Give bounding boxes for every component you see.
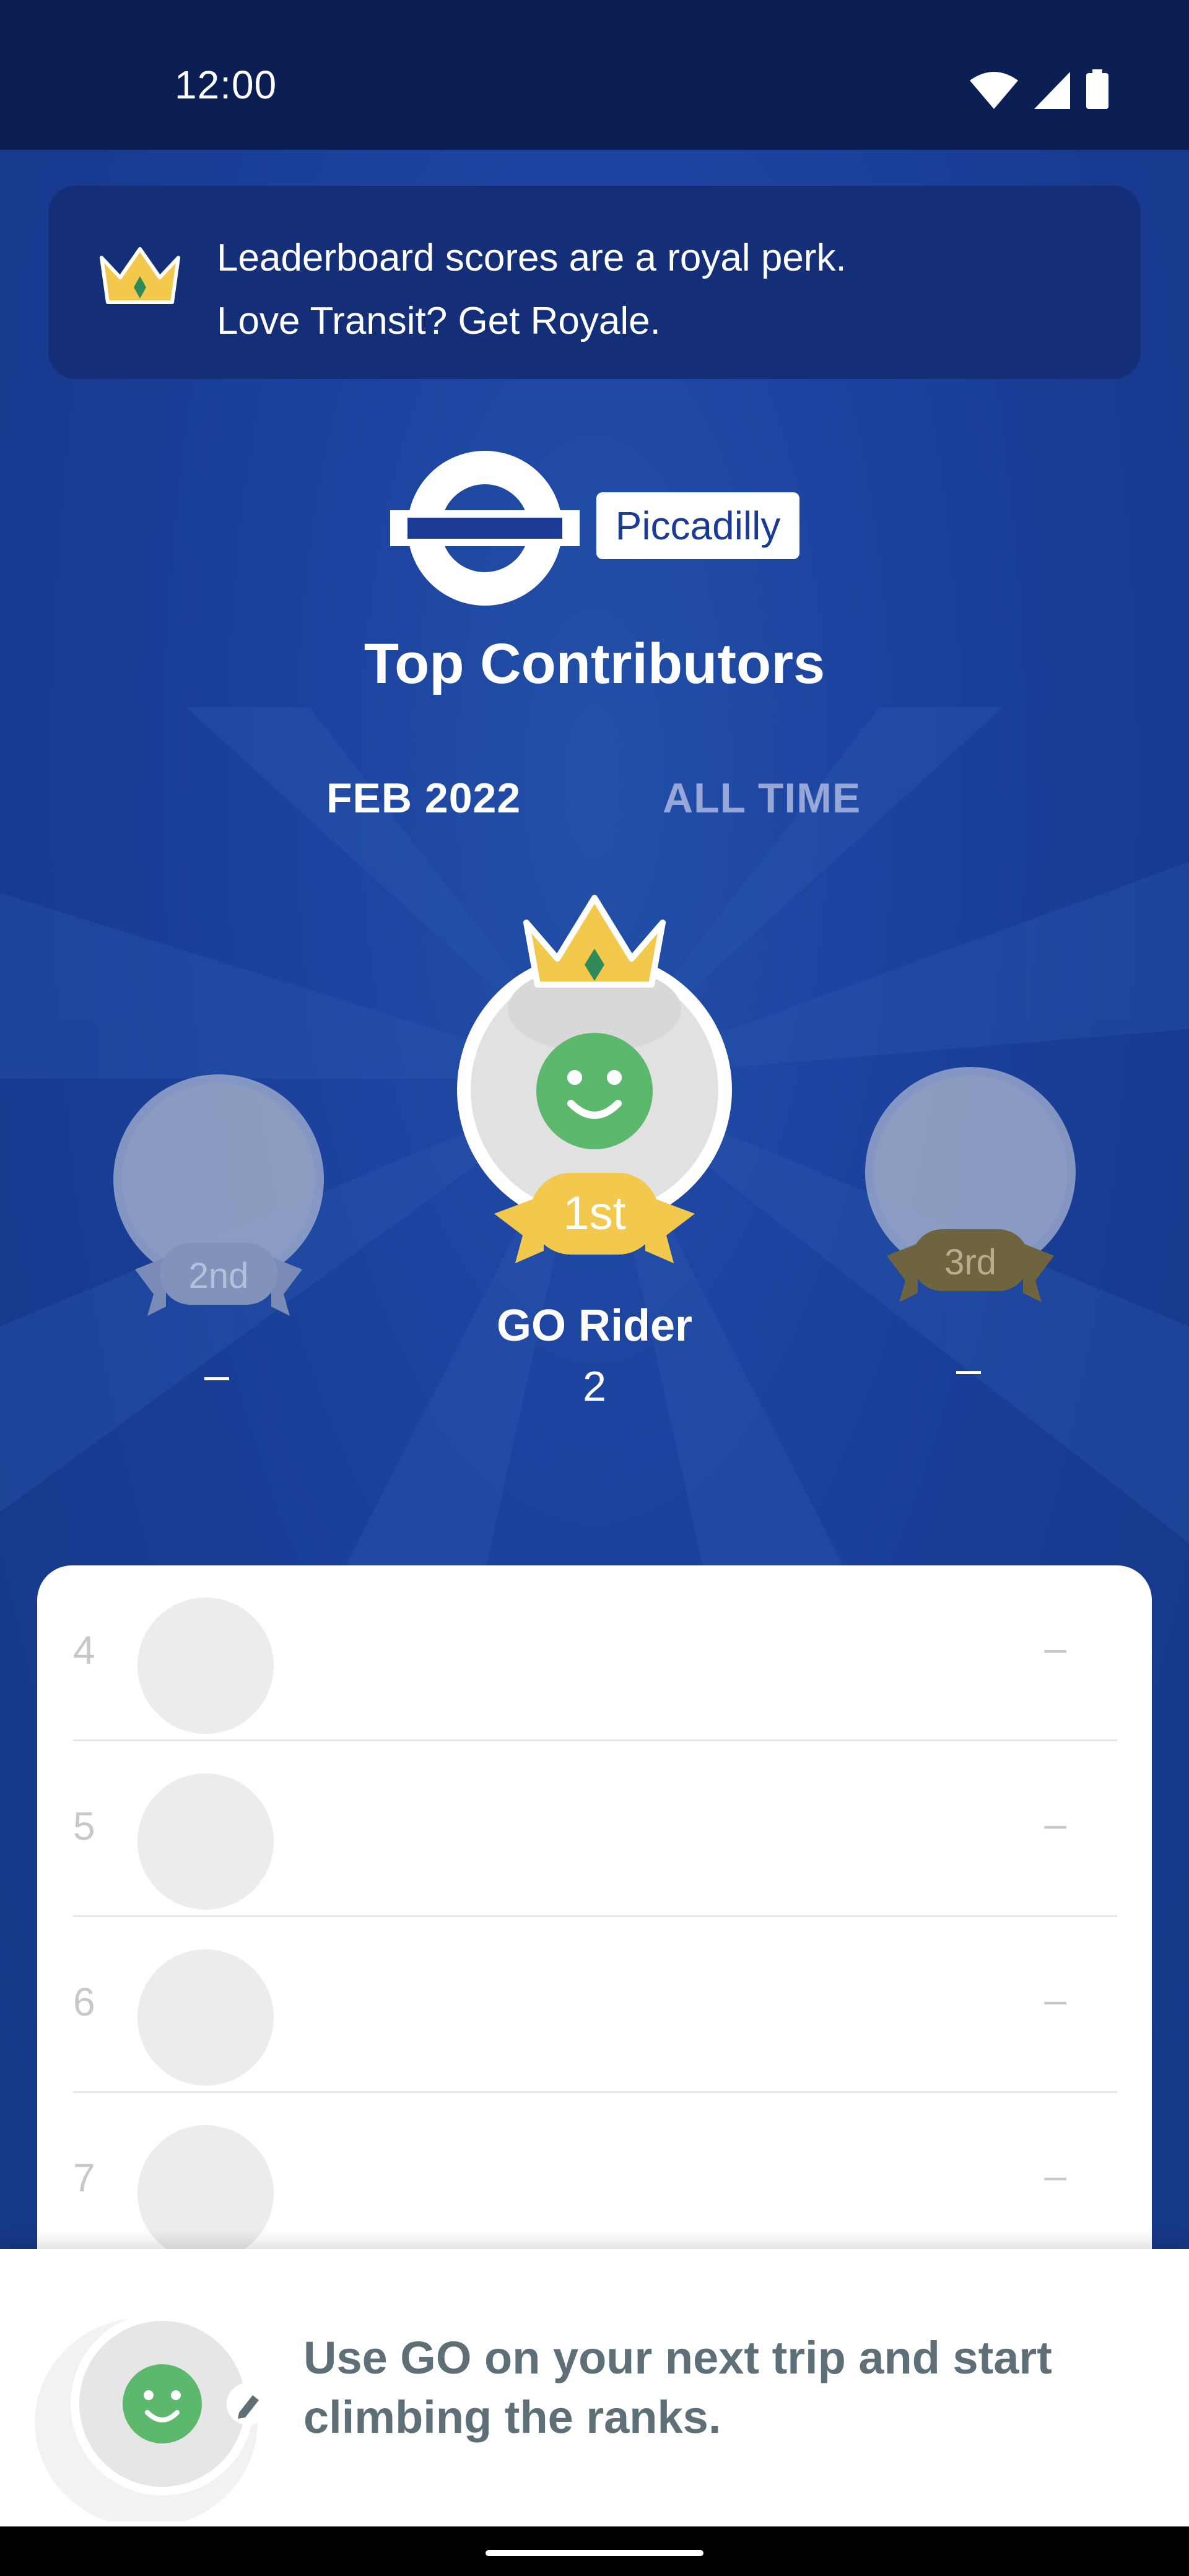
rank-number: 7: [73, 2156, 95, 2200]
second-place-avatar: 2nd: [113, 1074, 324, 1316]
avatar-placeholder: [137, 1949, 274, 2086]
banner-text: Leaderboard scores are a royal perk. Lov…: [217, 227, 847, 353]
user-avatar[interactable]: [22, 2274, 295, 2522]
third-place-avatar: 3rd: [865, 1067, 1076, 1302]
line-name-tag: Piccadilly: [596, 492, 799, 559]
cta-text: Use GO on your next trip and start climb…: [303, 2328, 1158, 2447]
rank-number: 5: [73, 1804, 95, 1848]
cta-line-1: Use GO on your next trip and start: [303, 2332, 1052, 2383]
status-icons: [970, 69, 1108, 109]
tab-all-time[interactable]: ALL TIME: [663, 774, 861, 822]
status-time: 12:00: [175, 63, 277, 107]
third-place-score: –: [956, 1344, 982, 1394]
avatar-placeholder: [137, 1773, 274, 1910]
leaderboard-list[interactable]: 4 – 5 – 6 – 7 –: [37, 1565, 1152, 2308]
cta-line-2: climbing the ranks.: [303, 2391, 721, 2443]
row-score: –: [1044, 1801, 1066, 1846]
list-item[interactable]: 4 –: [73, 1565, 1117, 1741]
royale-banner[interactable]: Leaderboard scores are a royal perk. Lov…: [48, 186, 1141, 379]
page-title: Top Contributors: [364, 632, 825, 695]
banner-line-2: Love Transit? Get Royale.: [217, 300, 661, 342]
row-score: –: [1044, 1977, 1066, 2022]
row-score: –: [1044, 1625, 1066, 1670]
go-cta-panel[interactable]: Use GO on your next trip and start climb…: [0, 2249, 1189, 2526]
third-place-label: 3rd: [944, 1242, 996, 1282]
first-place-avatar: 1st: [457, 895, 732, 1263]
row-score: –: [1044, 2153, 1066, 2198]
wifi-icon: [970, 72, 1018, 109]
tab-feb-2022[interactable]: FEB 2022: [326, 774, 521, 822]
avatar-placeholder: [137, 1598, 274, 1734]
list-item[interactable]: 7 –: [73, 2093, 1117, 2269]
rank-number: 4: [73, 1628, 95, 1673]
status-bar: 12:00: [0, 0, 1189, 150]
first-place-score: 2: [583, 1363, 606, 1410]
list-item[interactable]: 5 –: [73, 1741, 1117, 1917]
underground-roundel-icon: [390, 451, 580, 606]
signal-icon: [1034, 72, 1070, 109]
first-place-label: 1st: [563, 1187, 625, 1240]
avatar-placeholder: [137, 2125, 274, 2261]
rank-number: 6: [73, 1980, 95, 2024]
second-place-label: 2nd: [189, 1256, 249, 1296]
banner-line-1: Leaderboard scores are a royal perk.: [217, 237, 847, 279]
navigation-bar: [0, 2526, 1189, 2576]
home-gesture-handle[interactable]: [486, 2550, 703, 2556]
crown-icon: [100, 247, 180, 304]
battery-icon: [1086, 69, 1108, 109]
list-item[interactable]: 6 –: [73, 1917, 1117, 2093]
